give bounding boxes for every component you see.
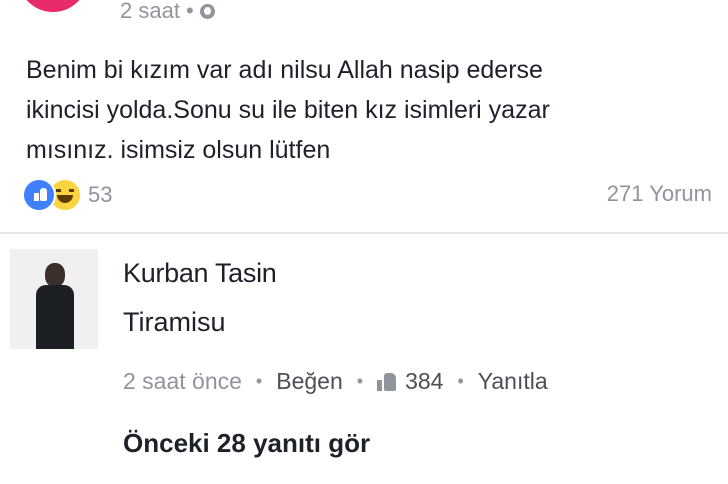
comment-actions: 2 saat önce • Beğen • 384 • Yanıtla: [123, 368, 548, 395]
post-header: 2 saat •: [0, 0, 728, 30]
divider: [0, 232, 728, 234]
reply-button[interactable]: Yanıtla: [478, 368, 548, 395]
like-button[interactable]: Beğen: [276, 368, 343, 395]
post-time[interactable]: 2 saat: [120, 0, 180, 24]
reaction-count: 53: [88, 182, 113, 207]
meta-separator: •: [185, 0, 194, 23]
like-icon: [22, 178, 56, 212]
post-text: Benim bi kızım var adı nilsu Allah nasip…: [26, 56, 550, 164]
avatar-head: [45, 263, 65, 287]
thumbs-up-icon: [377, 372, 397, 391]
comment-author[interactable]: Kurban Tasin: [123, 258, 277, 289]
avatar-body: [36, 285, 74, 349]
reactions-summary[interactable]: 53: [22, 178, 112, 212]
view-previous-replies-link[interactable]: Önceki 28 yanıtı gör: [123, 428, 370, 459]
globe-icon: [199, 3, 215, 19]
comment-text: Tiramisu: [123, 307, 226, 337]
comment-like-count[interactable]: 384: [405, 368, 443, 395]
comment-time[interactable]: 2 saat önce: [123, 368, 242, 395]
action-separator: •: [356, 371, 364, 391]
poster-avatar[interactable]: [18, 0, 88, 12]
action-separator: •: [255, 371, 263, 391]
post-meta: 2 saat •: [120, 0, 215, 24]
action-separator: •: [457, 371, 464, 391]
comment-count[interactable]: 271 Yorum: [607, 181, 712, 207]
commenter-avatar[interactable]: [10, 249, 98, 349]
